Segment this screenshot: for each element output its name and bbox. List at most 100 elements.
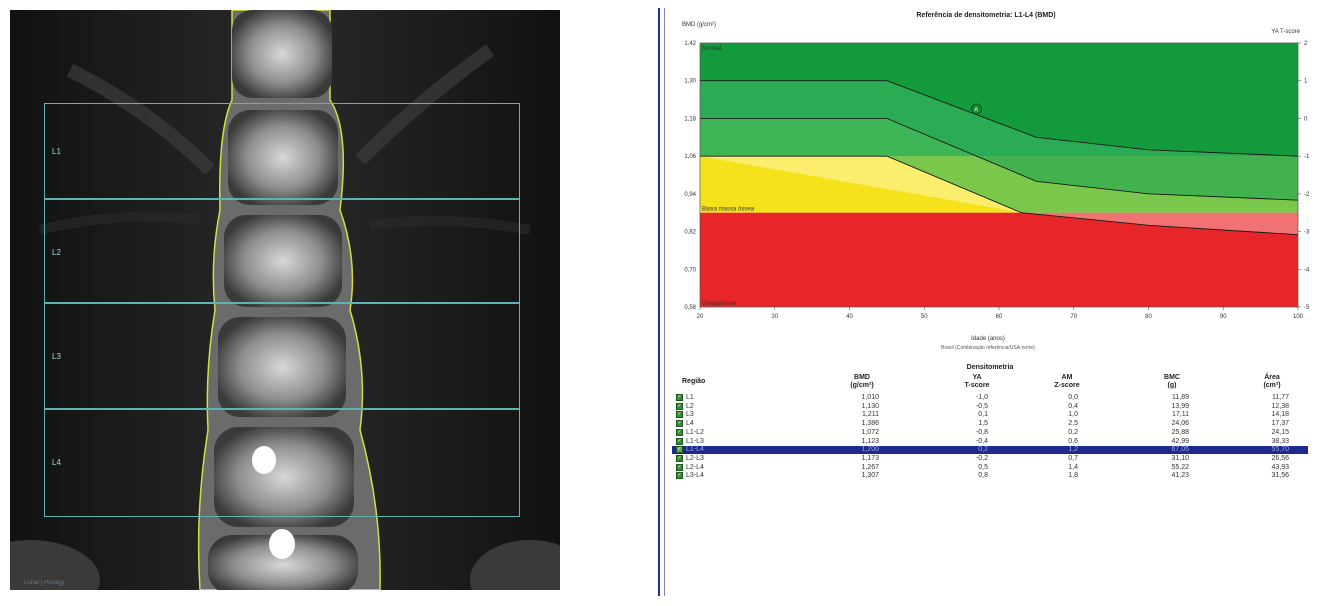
region-status-icon: ✓: [676, 437, 683, 445]
cell-bmc: 11,89: [1172, 394, 1189, 401]
cell-am-zscore: 0,7: [1068, 454, 1078, 462]
cell-bmc: 41,23: [1171, 472, 1189, 480]
cell-bmc: 31,10: [1171, 454, 1189, 462]
chart-plot-area: Normal Baixa massa óssea Osteoporose A: [699, 42, 1299, 308]
cell-ya-tscore: 0,5: [978, 463, 988, 471]
y2-tick-label: -4: [1304, 267, 1310, 273]
col-header-region: Região: [682, 378, 706, 385]
y2-tick-label: 0: [1304, 116, 1308, 122]
cell-am-zscore: 1,4: [1068, 463, 1078, 471]
region-status-icon: ✓: [676, 411, 683, 419]
region-status-icon: ✓: [676, 454, 683, 462]
cell-am-zscore: 1,2: [1068, 446, 1078, 454]
y2-tick-label: 1: [1304, 79, 1308, 85]
densitometry-table: Densitometria Região BMD (g/cm²) YA T-sc…: [672, 364, 1308, 536]
cell-ya-tscore: -0,5: [975, 402, 988, 410]
y-tick-label: 1,42: [684, 41, 696, 47]
table-row[interactable]: ✓ L2-L4 1,267 0,5 1,4 55,22 43,93: [672, 463, 1308, 472]
cell-bmd: 1,200: [861, 446, 879, 454]
chart-y2-axis-label: YA T-score: [1271, 29, 1300, 35]
table-row[interactable]: ✓ L1-L2 1,072 -0,8 0,2 25,88 24,15: [672, 428, 1308, 437]
chart-subcaption: Brasil (Combinação referência/USA-norte): [941, 345, 1035, 351]
chart-y-ticks: 0,58 0,70 0,82 0,94 1,06 1,18 1,30 1,42: [684, 41, 696, 311]
cell-region: L1-L3: [686, 437, 704, 445]
results-panel: Referência de densitometria: L1-L4 (BMD)…: [666, 6, 1316, 596]
cell-region: L4: [686, 420, 694, 428]
x-tick-label: 90: [1220, 314, 1227, 320]
zone-label-0: Normal: [702, 46, 721, 52]
roi-box-l1[interactable]: [44, 103, 520, 199]
y2-tick-label: -5: [1304, 305, 1310, 311]
table-row[interactable]: ✓ L1-L4 1,200 0,2 1,2 67,05 55,70: [672, 446, 1308, 455]
table-row[interactable]: ✓ L3-L4 1,307 0,8 1,8 41,23 31,56: [672, 472, 1308, 480]
cell-ya-tscore: -0,8: [975, 428, 988, 436]
cell-bmd: 1,267: [861, 463, 879, 471]
x-tick-label: 100: [1293, 314, 1304, 320]
table-row[interactable]: ✓ L1-L3 1,123 -0,4 0,6 42,99 38,33: [672, 437, 1308, 446]
y2-tick-label: -2: [1304, 192, 1310, 198]
table-title: Densitometria: [966, 364, 1014, 371]
roi-box-l4[interactable]: [44, 409, 520, 517]
cell-ya-tscore: 0,2: [978, 446, 988, 454]
roi-box-l3[interactable]: [44, 303, 520, 409]
cell-ya-tscore: 1,5: [978, 420, 988, 428]
region-status-icon: ✓: [676, 394, 683, 401]
y-tick-label: 0,58: [684, 305, 696, 311]
col-header-am-zscore: AM Z-score: [1054, 374, 1080, 389]
x-tick-label: 20: [697, 314, 704, 320]
y-tick-label: 1,06: [684, 154, 696, 160]
region-status-icon: ✓: [676, 446, 683, 454]
table-row[interactable]: ✓ L2 1,130 -0,5 0,4 13,99 12,38: [672, 402, 1308, 411]
cell-area: 55,70: [1271, 446, 1289, 454]
roi-box-l2[interactable]: [44, 199, 520, 303]
cell-area: 26,56: [1271, 454, 1289, 462]
cell-am-zscore: 1,0: [1068, 411, 1078, 419]
y-tick-label: 0,70: [684, 267, 696, 273]
cell-region: L2-L3: [686, 454, 704, 462]
y2-tick-label: -1: [1304, 154, 1310, 160]
roi-label-l1: L1: [52, 147, 61, 156]
cell-region: L3: [686, 411, 694, 419]
cell-am-zscore: 0,0: [1068, 394, 1078, 401]
table-row[interactable]: ✓ L2-L3 1,173 -0,2 0,7 31,10 26,56: [672, 454, 1308, 463]
col-header-bmc: BMC (g): [1164, 374, 1180, 389]
cell-region: L2-L4: [686, 463, 704, 471]
cell-region: L1-L2: [686, 428, 704, 436]
cell-bmc: 17,11: [1172, 411, 1189, 419]
x-tick-label: 80: [1145, 314, 1152, 320]
cell-ya-tscore: -1,0: [975, 394, 988, 401]
zone-label-1: Baixa massa óssea: [702, 207, 755, 213]
cell-am-zscore: 2,5: [1068, 420, 1078, 428]
table-row[interactable]: ✓ L4 1,386 1,5 2,5 24,06 17,37: [672, 420, 1308, 428]
roi-label-l3: L3: [52, 352, 61, 361]
zone-label-2: Osteoporose: [702, 301, 737, 307]
cell-bmd: 1,130: [861, 402, 879, 410]
roi-label-l2: L2: [52, 248, 61, 257]
y2-tick-label: -3: [1304, 230, 1310, 236]
region-status-icon: ✓: [676, 472, 683, 480]
chart-title: Referência de densitometria: L1-L4 (BMD): [916, 12, 1055, 19]
cell-bmd: 1,307: [861, 472, 879, 480]
table-row[interactable]: ✓ L1 1,010 -1,0 0,0 11,89 11,77: [672, 394, 1308, 402]
table-row[interactable]: ✓ L3 1,211 0,1 1,0 17,11 14,18: [672, 411, 1308, 419]
chart-x-axis-label: Idade (anos): [971, 336, 1005, 342]
cell-bmc: 25,88: [1171, 428, 1189, 436]
cell-area: 24,15: [1271, 428, 1289, 436]
cell-am-zscore: 0,6: [1068, 437, 1078, 445]
x-tick-label: 60: [996, 314, 1003, 320]
x-tick-label: 30: [771, 314, 778, 320]
roi-label-l4: L4: [52, 458, 61, 467]
col-header-area: Área (cm²): [1263, 374, 1281, 389]
y-tick-label: 0,94: [684, 192, 696, 198]
cell-region: L3-L4: [686, 472, 704, 480]
cell-bmd: 1,211: [862, 411, 879, 419]
cell-bmd: 1,010: [861, 394, 879, 401]
cell-bmc: 24,06: [1171, 420, 1189, 428]
y-tick-label: 1,30: [684, 79, 696, 85]
region-status-icon: ✓: [676, 463, 683, 471]
cell-ya-tscore: -0,4: [975, 437, 988, 445]
chart-x-ticks: 20 30 40 50 60 70 80 90 100: [697, 307, 1304, 320]
y2-tick-label: 2: [1304, 41, 1308, 47]
cell-ya-tscore: 0,8: [978, 472, 988, 480]
y-tick-label: 0,82: [684, 230, 696, 236]
